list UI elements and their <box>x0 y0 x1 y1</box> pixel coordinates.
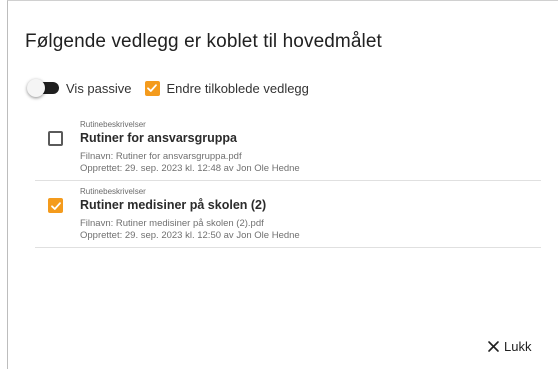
endre-checkbox[interactable] <box>144 80 160 96</box>
check-icon <box>147 84 157 92</box>
vis-passive-toggle[interactable] <box>27 78 61 98</box>
attachment-item: Rutinebeskrivelser Rutiner for ansvarsgr… <box>35 114 541 181</box>
attachment-checkbox[interactable] <box>48 198 63 213</box>
attachment-created: Opprettet: 29. sep. 2023 kl. 12:48 av Jo… <box>80 163 300 174</box>
attachment-category: Rutinebeskrivelser <box>80 120 146 129</box>
attachment-name: Rutiner medisiner på skolen (2) <box>80 198 267 212</box>
close-icon <box>488 341 499 352</box>
attachment-name: Rutiner for ansvarsgruppa <box>80 131 237 145</box>
close-label: Lukk <box>504 339 532 354</box>
attachment-checkbox[interactable] <box>48 131 63 146</box>
attachment-category: Rutinebeskrivelser <box>80 187 146 196</box>
attachments-dialog: Følgende vedlegg er koblet til hovedmåle… <box>7 0 558 369</box>
dialog-title: Følgende vedlegg er koblet til hovedmåle… <box>25 31 382 52</box>
vis-passive-label: Vis passive <box>66 80 132 96</box>
attachment-created: Opprettet: 29. sep. 2023 kl. 12:50 av Jo… <box>80 230 300 241</box>
attachment-filename: Filnavn: Rutiner medisiner på skolen (2)… <box>80 218 264 229</box>
toggle-thumb <box>27 79 45 97</box>
attachment-item: Rutinebeskrivelser Rutiner medisiner på … <box>35 181 541 248</box>
attachment-filename: Filnavn: Rutiner for ansvarsgruppa.pdf <box>80 151 242 162</box>
endre-label: Endre tilkoblede vedlegg <box>166 80 309 96</box>
dialog-controls: Vis passive Endre tilkoblede vedlegg <box>27 78 309 98</box>
attachment-list: Rutinebeskrivelser Rutiner for ansvarsgr… <box>35 114 541 248</box>
close-button[interactable]: Lukk <box>487 339 531 354</box>
check-icon <box>50 201 61 210</box>
